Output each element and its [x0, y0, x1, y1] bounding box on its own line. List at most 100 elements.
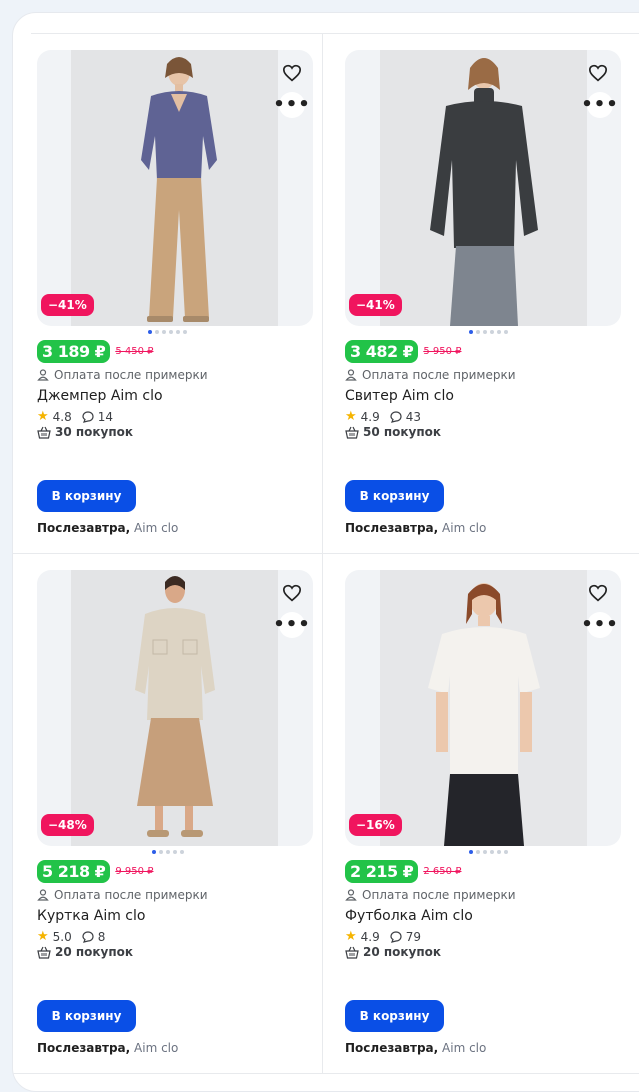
seller-name[interactable]: Aim clo — [134, 521, 178, 535]
reviews-link[interactable]: 43 — [390, 410, 421, 424]
pagination-dot[interactable] — [165, 850, 170, 854]
basket-icon — [345, 426, 359, 439]
product-photo-tshirt — [380, 570, 587, 846]
delivery-date: Послезавтра, — [37, 521, 131, 535]
pagination-dot[interactable] — [179, 850, 184, 854]
star-icon: ★ — [345, 409, 357, 424]
product-info: Оплата после примерки Куртка Aim clo ★ 5… — [37, 888, 307, 959]
product-image-area[interactable]: ••• −41% — [345, 50, 621, 326]
image-pagination — [13, 330, 322, 334]
purchases-count: 30 покупок — [55, 425, 134, 439]
pagination-dot[interactable] — [489, 330, 494, 334]
pagination-dot[interactable] — [468, 330, 473, 334]
product-photo[interactable] — [71, 50, 278, 326]
seller-name[interactable]: Aim clo — [442, 1041, 486, 1055]
add-to-cart-button[interactable]: В корзину — [37, 1000, 136, 1032]
comment-icon — [390, 930, 402, 943]
pagination-dot[interactable] — [148, 330, 152, 334]
rating-value: 5.0 — [52, 929, 72, 944]
product-title[interactable]: Свитер Aim clo — [345, 388, 615, 404]
payment-note-text: Оплата после примерки — [362, 888, 516, 902]
reviews-count: 14 — [97, 409, 114, 424]
reviews-link[interactable]: 14 — [82, 410, 113, 424]
comment-icon — [82, 410, 94, 423]
seller-name[interactable]: Aim clo — [134, 1041, 178, 1055]
add-to-cart-button[interactable]: В корзину — [345, 480, 444, 512]
pagination-dot[interactable] — [482, 330, 487, 334]
current-price: 5 218 ₽ — [37, 860, 111, 883]
person-icon — [345, 889, 357, 901]
rating-value: 4.8 — [52, 409, 72, 424]
product-card[interactable]: ••• −48% 5 218 ₽ 9 950 ₽ Оплата после пр… — [13, 554, 323, 1074]
pagination-dot[interactable] — [162, 330, 166, 334]
rating-value: 4.9 — [360, 409, 380, 424]
pagination-dot[interactable] — [482, 850, 487, 854]
old-price: 2 650 ₽ — [423, 866, 462, 877]
pagination-dot[interactable] — [496, 330, 501, 334]
payment-note-text: Оплата после примерки — [54, 368, 208, 382]
old-price: 9 950 ₽ — [115, 866, 154, 877]
seller-name[interactable]: Aim clo — [442, 521, 486, 535]
pagination-dot[interactable] — [496, 850, 501, 854]
more-dots-icon[interactable]: ••• — [273, 92, 310, 118]
product-image-area[interactable]: ••• −16% — [345, 570, 621, 846]
product-photo-jacket — [71, 570, 278, 846]
heart-outline-icon[interactable] — [279, 580, 305, 606]
current-price: 2 215 ₽ — [345, 860, 419, 883]
pagination-dot[interactable] — [158, 850, 163, 854]
pagination-dot[interactable] — [468, 850, 473, 854]
basket-icon — [37, 946, 51, 959]
more-dots-icon[interactable]: ••• — [581, 612, 618, 638]
pagination-dot[interactable] — [489, 850, 494, 854]
product-photo-jumper — [71, 50, 278, 326]
pagination-dot[interactable] — [151, 850, 156, 854]
basket-icon — [37, 426, 51, 439]
product-title[interactable]: Футболка Aim clo — [345, 908, 615, 924]
rating-value: 4.9 — [360, 929, 380, 944]
more-dots-icon[interactable]: ••• — [581, 92, 618, 118]
product-title[interactable]: Куртка Aim clo — [37, 908, 307, 924]
discount-badge: −16% — [349, 814, 402, 836]
heart-outline-icon[interactable] — [585, 580, 611, 606]
reviews-link[interactable]: 8 — [82, 930, 105, 944]
reviews-count: 43 — [405, 409, 422, 424]
image-pagination — [323, 850, 639, 854]
product-photo[interactable] — [71, 570, 278, 846]
product-title[interactable]: Джемпер Aim clo — [37, 388, 307, 404]
more-dots-icon[interactable]: ••• — [273, 612, 310, 638]
pagination-dot[interactable] — [155, 330, 159, 334]
pagination-dot[interactable] — [176, 330, 180, 334]
product-card[interactable]: ••• −16% 2 215 ₽ 2 650 ₽ Оплата после пр… — [323, 554, 639, 1074]
pagination-dot[interactable] — [503, 330, 508, 334]
pagination-dot[interactable] — [475, 850, 480, 854]
product-info: Оплата после примерки Джемпер Aim clo ★ … — [37, 368, 307, 439]
product-info: Оплата после примерки Футболка Aim clo ★… — [345, 888, 615, 959]
pagination-dot[interactable] — [503, 850, 508, 854]
delivery-info: Послезавтра, Aim clo — [37, 521, 178, 535]
add-to-cart-button[interactable]: В корзину — [345, 1000, 444, 1032]
delivery-info: Послезавтра, Aim clo — [37, 1041, 178, 1055]
reviews-link[interactable]: 79 — [390, 930, 421, 944]
product-image-area[interactable]: ••• −48% — [37, 570, 313, 846]
star-icon: ★ — [37, 929, 49, 944]
product-image-area[interactable]: ••• −41% — [37, 50, 313, 326]
product-card[interactable]: ••• −41% 3 189 ₽ 5 450 ₽ Оплата после пр… — [13, 34, 323, 554]
product-card[interactable]: ••• −41% 3 482 ₽ 5 950 ₽ Оплата после пр… — [323, 34, 639, 554]
product-photo[interactable] — [380, 570, 587, 846]
delivery-date: Послезавтра, — [37, 1041, 131, 1055]
purchases-count: 50 покупок — [363, 425, 442, 439]
image-pagination — [323, 330, 639, 334]
pagination-dot[interactable] — [475, 330, 480, 334]
add-to-cart-button[interactable]: В корзину — [37, 480, 136, 512]
heart-outline-icon[interactable] — [279, 60, 305, 86]
purchases-count: 20 покупок — [363, 945, 442, 959]
pagination-dot[interactable] — [172, 850, 177, 854]
purchases-row: 20 покупок — [37, 945, 307, 959]
pagination-dot[interactable] — [169, 330, 173, 334]
heart-outline-icon[interactable] — [585, 60, 611, 86]
pagination-dot[interactable] — [183, 330, 187, 334]
payment-note: Оплата после примерки — [37, 888, 307, 902]
delivery-date: Послезавтра, — [345, 1041, 439, 1055]
product-photo[interactable] — [380, 50, 587, 326]
comment-icon — [390, 410, 402, 423]
